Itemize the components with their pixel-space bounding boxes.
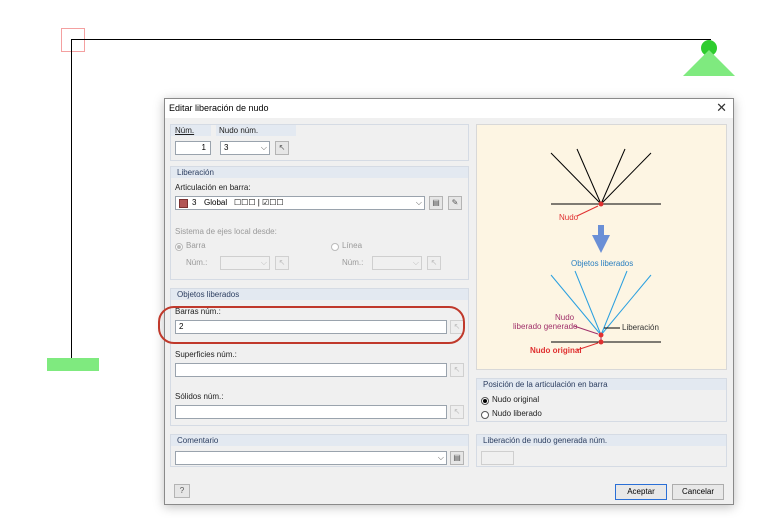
- radio-nudo-original[interactable]: [481, 397, 489, 405]
- nudo-pointer: [576, 205, 599, 217]
- original-node-dot: [598, 201, 604, 207]
- radio-nudo-original-label: Nudo original: [492, 395, 540, 404]
- hinge-select[interactable]: 3 Global ☐☐☐ | ☑☐☐ ⌵: [175, 196, 425, 210]
- chevron-down-icon: ⌵: [260, 258, 267, 267]
- generated-release-group: Liberación de nudo generada núm.: [476, 434, 727, 467]
- pick-barras-icon[interactable]: ↖: [450, 320, 464, 334]
- fixed-support: [47, 358, 99, 371]
- barra-num-label: Núm.:: [186, 258, 208, 267]
- hinge-color-swatch: [179, 199, 188, 208]
- solidos-input[interactable]: [175, 405, 447, 419]
- chevron-down-icon: ⌵: [412, 258, 419, 267]
- pick-superficies-icon[interactable]: ↖: [450, 363, 464, 377]
- pick-barra-icon[interactable]: ↖: [275, 256, 289, 270]
- dialog-title: Editar liberación de nudo: [169, 103, 269, 113]
- radio-barra-label: Barra: [186, 241, 206, 250]
- barras-input[interactable]: 2: [175, 320, 447, 334]
- release-group: Liberación Articulación en barra: 3 Glob…: [170, 166, 469, 280]
- solidos-label: Sólidos núm.:: [175, 392, 224, 401]
- radio-linea[interactable]: [331, 243, 339, 251]
- radio-nudo-liberado[interactable]: [481, 411, 489, 419]
- cancelar-button[interactable]: Cancelar: [672, 484, 724, 500]
- num-label: Núm.: [175, 126, 195, 135]
- help-icon[interactable]: ?: [174, 484, 190, 498]
- radio-linea-label: Línea: [342, 241, 363, 250]
- node-marker: [61, 28, 85, 52]
- original-members: [550, 148, 661, 205]
- hinge-label: Articulación en barra:: [175, 183, 251, 192]
- pick-node-icon[interactable]: ↖: [275, 141, 289, 155]
- comment-select[interactable]: ⌵: [175, 451, 447, 465]
- diagram-nudo-liberado-2: liberado generado: [513, 322, 578, 331]
- superficies-label: Superficies núm.:: [175, 350, 237, 359]
- generated-release-header: Liberación de nudo generada núm.: [483, 436, 608, 445]
- down-arrow-icon: [592, 225, 610, 253]
- hinge-pattern: ☐☐☐ | ☑☐☐: [234, 198, 284, 207]
- number-group: Núm. 1 Nudo núm. 3 ⌵ ↖: [170, 124, 469, 161]
- pick-linea-icon[interactable]: ↖: [427, 256, 441, 270]
- pick-solidos-icon[interactable]: ↖: [450, 405, 464, 419]
- generated-node-dot: [598, 332, 604, 338]
- node-num-value: 3: [224, 143, 229, 152]
- superficies-input[interactable]: [175, 363, 447, 377]
- aceptar-button[interactable]: Aceptar: [615, 484, 667, 500]
- released-objects-header: Objetos liberados: [177, 290, 240, 299]
- linea-num-label: Núm.:: [342, 258, 364, 267]
- hinge-system: Global: [204, 198, 228, 207]
- original-node-dot-bottom: [598, 339, 604, 345]
- edit-node-release-dialog: Editar liberación de nudo ✕ Núm. 1 Nudo …: [164, 98, 734, 505]
- radio-barra[interactable]: [175, 243, 183, 251]
- release-diagram: Nudo Objetos liberados Nudo liberado gen…: [476, 124, 727, 370]
- close-icon[interactable]: ✕: [716, 100, 727, 116]
- new-hinge-icon[interactable]: ▤: [429, 196, 443, 210]
- hinge-position-group: Posición de la articulación en barra Nud…: [476, 378, 727, 422]
- local-axes-label: Sistema de ejes local desde:: [175, 227, 277, 236]
- dialog-titlebar: Editar liberación de nudo ✕: [165, 99, 733, 118]
- edit-hinge-icon[interactable]: ✎: [448, 196, 462, 210]
- comment-header: Comentario: [177, 436, 219, 445]
- hinge-position-header: Posición de la articulación en barra: [483, 380, 608, 389]
- chevron-down-icon: ⌵: [437, 453, 444, 462]
- barras-label: Barras núm.:: [175, 307, 221, 316]
- hinge-number: 3: [192, 198, 197, 207]
- num-field[interactable]: 1: [175, 141, 211, 155]
- diagram-objetos-label: Objetos liberados: [571, 259, 634, 268]
- radio-nudo-liberado-label: Nudo liberado: [492, 409, 542, 418]
- chevron-down-icon: ⌵: [260, 143, 267, 152]
- linea-num-select[interactable]: ⌵: [372, 256, 422, 270]
- release-header: Liberación: [177, 168, 214, 177]
- comment-group: Comentario ⌵ ▤: [170, 434, 469, 467]
- release-diagram-svg: [550, 148, 661, 351]
- node-num-label: Nudo núm.: [219, 126, 259, 135]
- generated-release-field: [481, 451, 514, 465]
- comment-library-icon[interactable]: ▤: [450, 451, 464, 465]
- diagram-nudo-liberado-1: Nudo: [555, 313, 575, 322]
- chevron-down-icon: ⌵: [415, 198, 422, 207]
- hinged-support: [683, 50, 735, 76]
- node-num-select[interactable]: 3 ⌵: [220, 141, 270, 155]
- beam-column: [71, 39, 72, 359]
- diagram-nudo-label: Nudo: [559, 213, 579, 222]
- released-objects-group: Objetos liberados Barras núm.: 2 ↖ Super…: [170, 288, 469, 426]
- beam-top: [71, 39, 711, 40]
- diagram-liberacion-label: Liberación: [622, 323, 659, 332]
- diagram-nudo-original-label: Nudo original: [530, 346, 582, 355]
- barra-num-select[interactable]: ⌵: [220, 256, 270, 270]
